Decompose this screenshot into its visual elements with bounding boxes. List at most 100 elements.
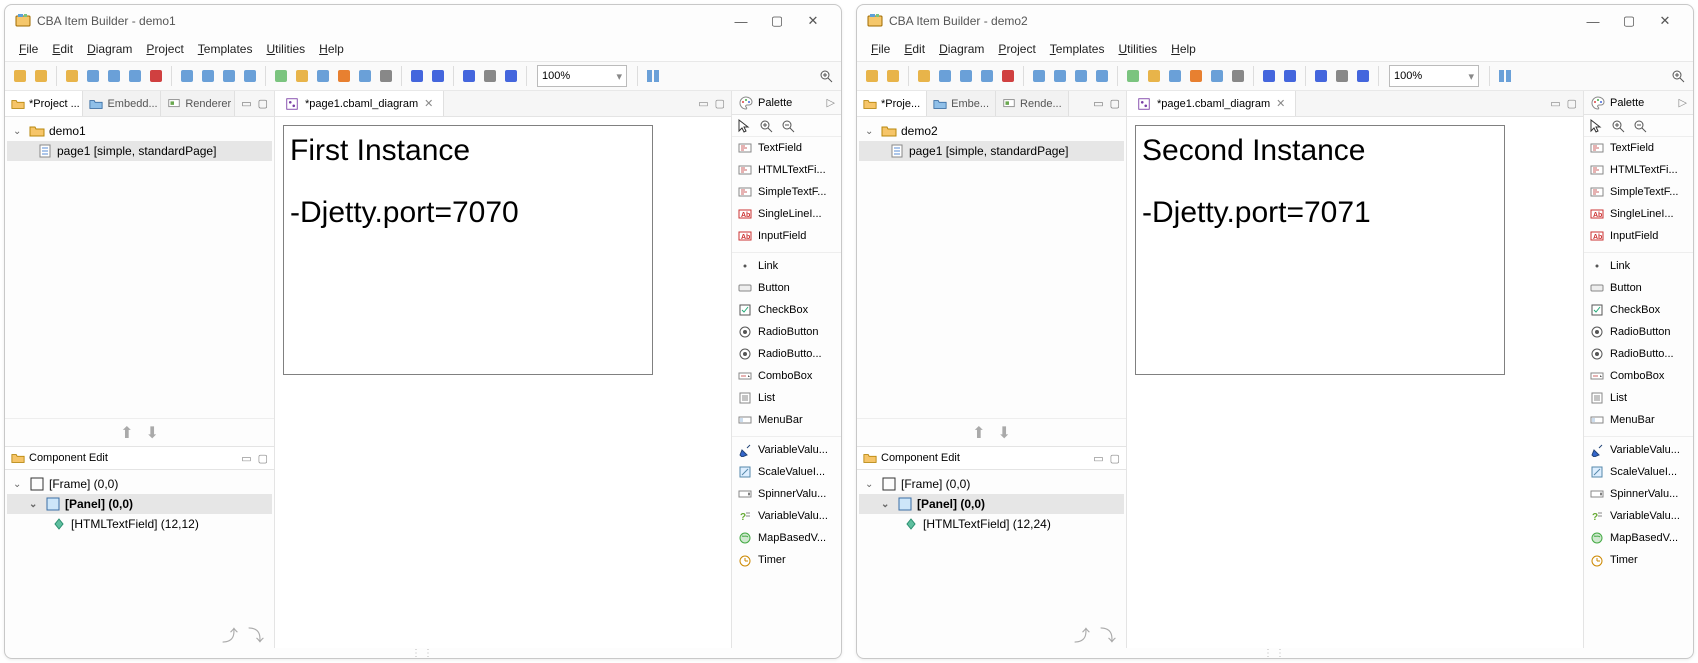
component-tree[interactable]: ⌄ [Frame] (0,0) ⌄ [Panel] (0,0) [HTMLTex… — [5, 470, 274, 620]
toolbar-button[interactable] — [957, 67, 975, 85]
toolbar-button[interactable] — [1260, 67, 1278, 85]
toolbar-button[interactable] — [408, 67, 426, 85]
palette-item[interactable]: MenuBar — [732, 409, 841, 431]
palette-item[interactable]: Timer — [732, 549, 841, 571]
toolbar-button[interactable] — [335, 67, 353, 85]
menu-file[interactable]: File — [865, 40, 896, 58]
move-down-button[interactable]: ⬇ — [998, 423, 1011, 443]
cursor-tool-icon[interactable] — [1588, 118, 1604, 134]
toolbar-button[interactable] — [1333, 67, 1351, 85]
page-canvas[interactable]: Second Instance -Djetty.port=7071 — [1135, 125, 1505, 375]
component-tree[interactable]: ⌄ [Frame] (0,0) ⌄ [Panel] (0,0) [HTMLTex… — [857, 470, 1126, 620]
palette-item[interactable]: Button — [1584, 277, 1693, 299]
toolbar-button[interactable] — [884, 67, 902, 85]
palette-item[interactable]: TextField — [1584, 137, 1693, 159]
palette-item[interactable]: RadioButto... — [1584, 343, 1693, 365]
menu-edit[interactable]: Edit — [898, 40, 931, 58]
palette-item[interactable]: List — [732, 387, 841, 409]
menu-templates[interactable]: Templates — [1044, 40, 1111, 58]
palette-item[interactable]: HTMLTextFi... — [732, 159, 841, 181]
menu-utilities[interactable]: Utilities — [260, 40, 311, 58]
palette-item[interactable]: SimpleTextF... — [1584, 181, 1693, 203]
menu-project[interactable]: Project — [140, 40, 189, 58]
toolbar-button[interactable] — [915, 67, 933, 85]
toolbar-button[interactable] — [126, 67, 144, 85]
toolbar-button[interactable] — [429, 67, 447, 85]
minimize-view-icon[interactable]: ▭ — [241, 97, 251, 110]
toolbar-button[interactable] — [199, 67, 217, 85]
toolbar-button[interactable] — [1145, 67, 1163, 85]
twisty-icon[interactable]: ⌄ — [13, 479, 25, 490]
zoom-out-icon[interactable] — [1632, 118, 1648, 134]
search-button[interactable] — [1669, 67, 1687, 85]
palette-item[interactable]: VariableValu... — [732, 439, 841, 461]
view-tab[interactable]: Renderer — [161, 91, 235, 116]
comp-field-row[interactable]: [HTMLTextField] (12,12) — [7, 514, 272, 534]
cursor-tool-icon[interactable] — [736, 118, 752, 134]
export-down-button[interactable]: ⤵ — [1100, 622, 1116, 646]
toolbar-button[interactable] — [32, 67, 50, 85]
zoom-combo[interactable]: 100%▾ — [537, 65, 627, 87]
toolbar-button[interactable] — [272, 67, 290, 85]
view-tab[interactable]: Embe... — [927, 91, 996, 116]
menu-diagram[interactable]: Diagram — [933, 40, 990, 58]
close-button[interactable]: ✕ — [1647, 13, 1683, 29]
toolbar-button[interactable] — [63, 67, 81, 85]
toolbar-button[interactable] — [241, 67, 259, 85]
menu-project[interactable]: Project — [992, 40, 1041, 58]
palette-item[interactable]: Button — [732, 277, 841, 299]
minimize-editor-icon[interactable]: ▭ — [698, 97, 708, 110]
view-tab[interactable]: *Proje... — [857, 91, 927, 116]
twisty-icon[interactable]: ⌄ — [865, 479, 877, 490]
project-tree[interactable]: ⌄ demo1 page1 [simple, standardPage] — [5, 117, 274, 418]
toolbar-button[interactable] — [147, 67, 165, 85]
palette-item[interactable]: AbSingleLineI... — [732, 203, 841, 225]
toolbar-button[interactable] — [293, 67, 311, 85]
comp-frame-row[interactable]: ⌄ [Frame] (0,0) — [7, 474, 272, 494]
tree-project-row[interactable]: ⌄ demo1 — [7, 121, 272, 141]
view-tab[interactable]: Embedd... — [83, 91, 161, 116]
menu-templates[interactable]: Templates — [192, 40, 259, 58]
menu-utilities[interactable]: Utilities — [1112, 40, 1163, 58]
palette-item[interactable]: ComboBox — [732, 365, 841, 387]
comp-frame-row[interactable]: ⌄ [Frame] (0,0) — [859, 474, 1124, 494]
toolbar-button[interactable] — [220, 67, 238, 85]
maximize-editor-icon[interactable]: ▢ — [715, 97, 725, 110]
minimize-button[interactable]: — — [723, 14, 759, 29]
palette-item[interactable]: RadioButton — [1584, 321, 1693, 343]
editor-tab[interactable]: *page1.cbaml_diagram ✕ — [1127, 91, 1296, 116]
palette-item[interactable]: Link — [1584, 255, 1693, 277]
export-up-button[interactable]: ⤴ — [222, 622, 238, 646]
menu-edit[interactable]: Edit — [46, 40, 79, 58]
bottom-splitter[interactable]: ⋮⋮ — [5, 648, 841, 658]
export-down-button[interactable]: ⤵ — [248, 622, 264, 646]
toolbar-button[interactable] — [1187, 67, 1205, 85]
bottom-splitter[interactable]: ⋮⋮ — [857, 648, 1693, 658]
project-tree[interactable]: ⌄ demo2 page1 [simple, standardPage] — [857, 117, 1126, 418]
toolbar-button[interactable] — [481, 67, 499, 85]
toolbar-button[interactable] — [105, 67, 123, 85]
tree-page-row[interactable]: page1 [simple, standardPage] — [7, 141, 272, 161]
toolbar-button[interactable] — [1093, 67, 1111, 85]
palette-item[interactable]: RadioButto... — [732, 343, 841, 365]
palette-item[interactable]: CheckBox — [732, 299, 841, 321]
page-canvas[interactable]: First Instance -Djetty.port=7070 — [283, 125, 653, 375]
close-tab-icon[interactable]: ✕ — [1276, 97, 1285, 110]
palette-item[interactable]: ScaleValueI... — [1584, 461, 1693, 483]
toolbar-button[interactable] — [502, 67, 520, 85]
toolbar-button[interactable] — [999, 67, 1017, 85]
toolbar-button[interactable] — [1166, 67, 1184, 85]
twisty-icon[interactable]: ⌄ — [13, 126, 25, 137]
zoom-in-icon[interactable] — [758, 118, 774, 134]
toolbar-button[interactable] — [978, 67, 996, 85]
zoom-out-icon[interactable] — [780, 118, 796, 134]
menu-help[interactable]: Help — [313, 40, 350, 58]
maximize-view-icon[interactable]: ▢ — [258, 97, 268, 110]
toggle-panes-button[interactable] — [1496, 67, 1514, 85]
toolbar-button[interactable] — [1051, 67, 1069, 85]
toolbar-button[interactable] — [377, 67, 395, 85]
minimize-button[interactable]: — — [1575, 14, 1611, 29]
maximize-button[interactable]: ▢ — [1611, 13, 1647, 29]
zoom-combo[interactable]: 100%▾ — [1389, 65, 1479, 87]
toolbar-button[interactable] — [1281, 67, 1299, 85]
